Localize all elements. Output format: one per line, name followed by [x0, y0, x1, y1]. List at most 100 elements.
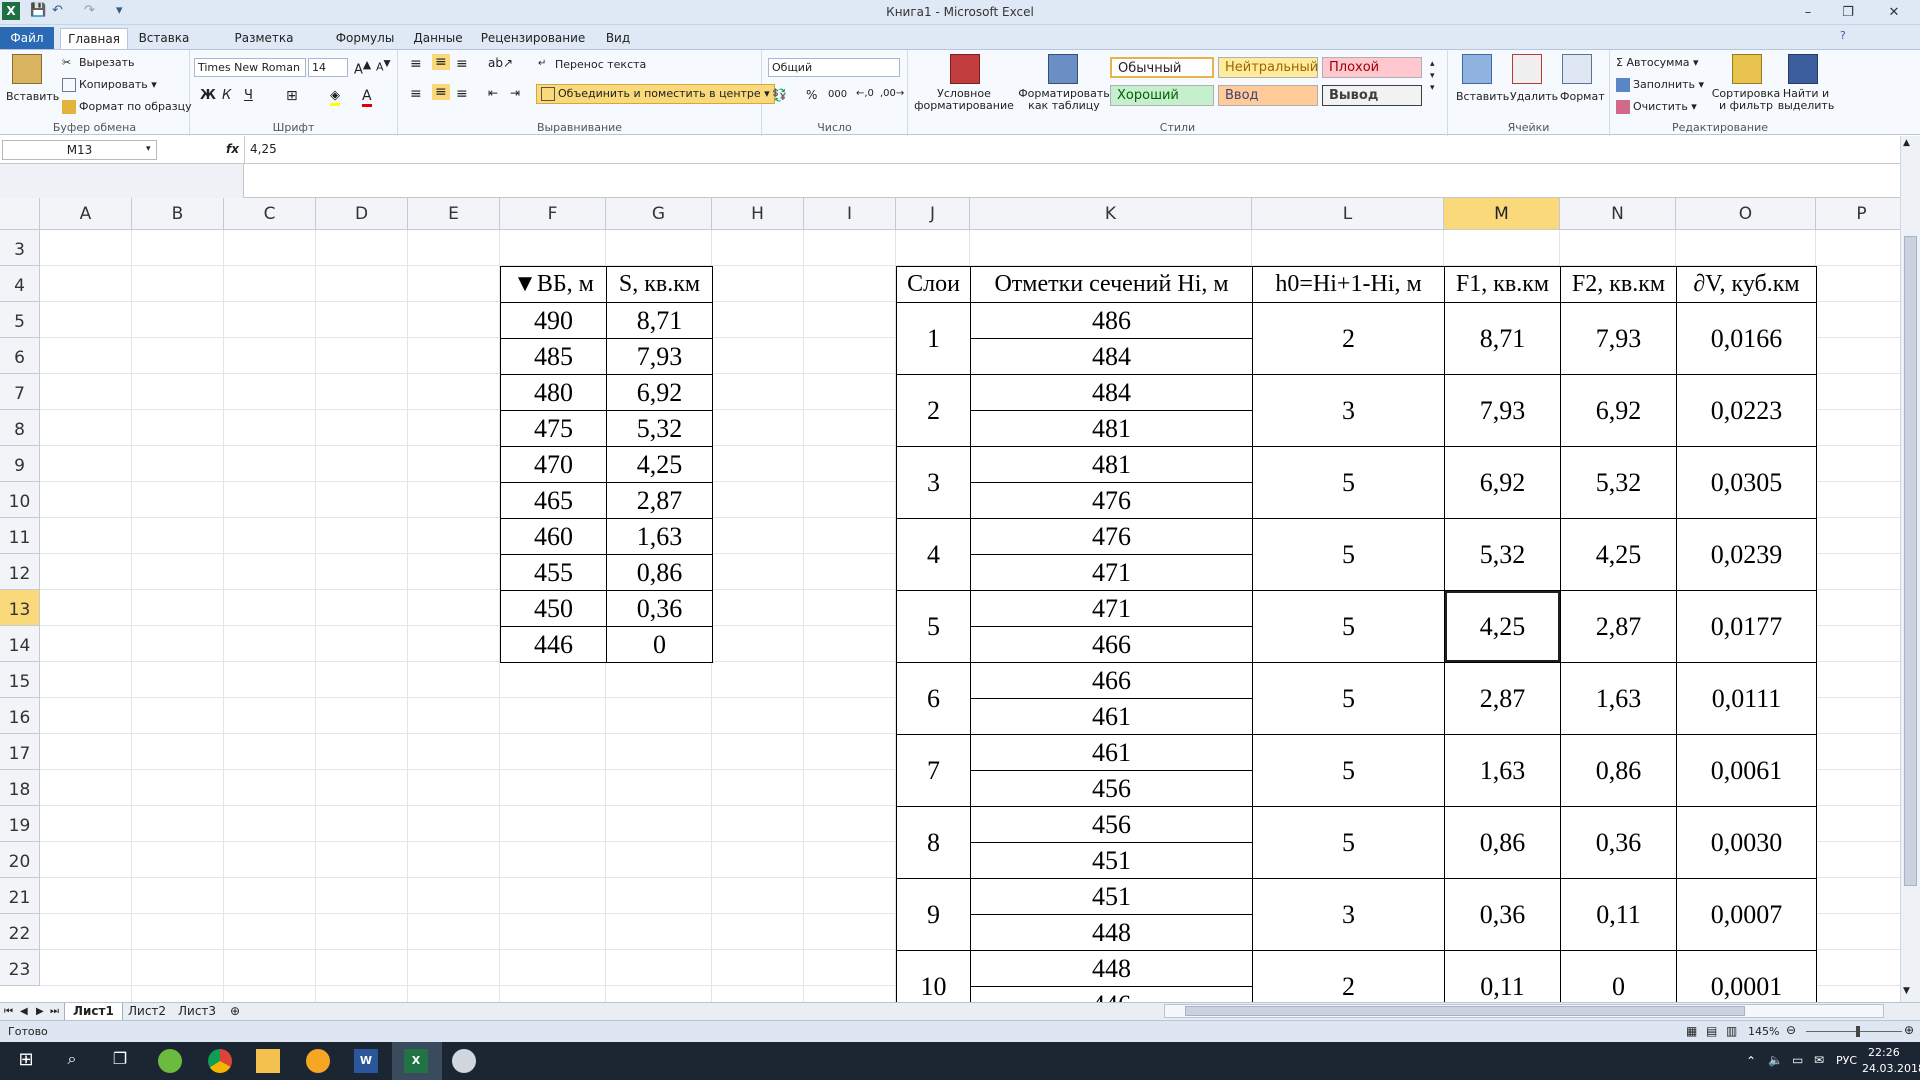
tab-page-layout[interactable]: Разметка страницы [204, 28, 324, 65]
table2-cell-layer[interactable]: 5 [896, 590, 971, 663]
tab-home[interactable]: Главная [60, 28, 128, 49]
delete-cells-button[interactable]: Удалить [1510, 90, 1558, 103]
table2-cell-height[interactable]: 5 [1252, 518, 1445, 591]
column-header[interactable]: B [132, 198, 224, 230]
row-header[interactable]: 20 [0, 842, 40, 878]
table1-cell-elevation[interactable]: 480 [500, 374, 607, 411]
currency-icon[interactable]: 💱 [772, 88, 787, 102]
italic-button[interactable]: К [222, 88, 231, 103]
increase-decimal-icon[interactable]: ←,0 [856, 88, 874, 99]
table2-cell-height[interactable]: 5 [1252, 446, 1445, 519]
table1-cell-elevation[interactable]: 475 [500, 410, 607, 447]
table2-cell-f1[interactable]: 0,86 [1444, 806, 1561, 879]
column-header[interactable]: J [896, 198, 970, 230]
style-output[interactable]: Вывод [1322, 85, 1422, 106]
row-header[interactable]: 23 [0, 950, 40, 986]
font-family-select[interactable]: Times New Roman [194, 58, 306, 77]
tab-formulas[interactable]: Формулы [334, 28, 396, 49]
table2-cell-mark-bottom[interactable]: 481 [970, 410, 1253, 447]
table2-cell-mark-top[interactable]: 486 [970, 302, 1253, 339]
table2-header-layer[interactable]: Слои [896, 266, 971, 303]
column-header[interactable]: H [712, 198, 804, 230]
table2-cell-layer[interactable]: 2 [896, 374, 971, 447]
table2-cell-mark-top[interactable]: 484 [970, 374, 1253, 411]
row-header[interactable]: 5 [0, 302, 40, 338]
row-header[interactable]: 16 [0, 698, 40, 734]
windows-start-icon[interactable]: ⊞ [14, 1049, 38, 1073]
network-icon[interactable]: ▭ [1792, 1053, 1803, 1067]
column-header[interactable]: D [316, 198, 408, 230]
align-middle-icon[interactable]: ≡ [432, 54, 450, 70]
format-table-button[interactable]: Форматировать как таблицу [1012, 88, 1116, 112]
bold-button[interactable]: Ж [200, 88, 216, 103]
row-header[interactable]: 15 [0, 662, 40, 698]
format-cells-icon[interactable] [1562, 54, 1592, 84]
insert-sheet-icon[interactable]: ⊕ [222, 1003, 248, 1021]
column-header[interactable]: G [606, 198, 712, 230]
table2-cell-dv[interactable]: 0,0001 [1676, 950, 1817, 1002]
table2-cell-layer[interactable]: 3 [896, 446, 971, 519]
column-header[interactable]: C [224, 198, 316, 230]
borders-icon[interactable]: ⊞ [286, 88, 298, 104]
percent-button[interactable]: % [806, 88, 817, 102]
table2-header-marks[interactable]: Отметки сечений Hi, м [970, 266, 1253, 303]
table2-cell-f2[interactable]: 6,92 [1560, 374, 1677, 447]
table1-cell-elevation[interactable]: 446 [500, 626, 607, 663]
clear-button[interactable]: Очистить ▾ [1616, 100, 1697, 114]
help-icon[interactable]: ? [1840, 29, 1846, 42]
table2-cell-height[interactable]: 5 [1252, 734, 1445, 807]
column-header[interactable]: I [804, 198, 896, 230]
page-break-view-icon[interactable]: ▥ [1726, 1024, 1737, 1038]
copy-button[interactable]: Копировать ▾ [62, 78, 157, 92]
next-sheet-icon[interactable]: ▶ [34, 1003, 46, 1021]
name-box-dropdown-icon[interactable]: ▾ [146, 144, 151, 154]
name-box[interactable]: M13 [2, 140, 157, 160]
grow-font-button[interactable]: A▲ [354, 58, 371, 77]
shrink-font-button[interactable]: A▼ [376, 58, 391, 74]
table1-cell-area[interactable]: 6,92 [606, 374, 713, 411]
page-layout-view-icon[interactable]: ▤ [1706, 1024, 1717, 1038]
table2-cell-layer[interactable]: 9 [896, 878, 971, 951]
tab-view[interactable]: Вид [598, 28, 638, 49]
table1-cell-area[interactable]: 0,36 [606, 590, 713, 627]
zoom-slider-thumb[interactable] [1856, 1026, 1860, 1037]
increase-indent-icon[interactable]: ⇥ [510, 86, 520, 100]
table1-header-elevation[interactable]: ▼ВБ, м [500, 266, 607, 303]
language-indicator[interactable]: РУС [1836, 1054, 1857, 1067]
table2-cell-f1[interactable]: 1,63 [1444, 734, 1561, 807]
row-header[interactable]: 6 [0, 338, 40, 374]
table2-cell-f1[interactable]: 6,92 [1444, 446, 1561, 519]
column-header[interactable]: M [1444, 198, 1560, 230]
table2-cell-mark-bottom[interactable]: 461 [970, 698, 1253, 735]
conditional-format-button[interactable]: Условное форматирование [910, 88, 1018, 112]
wrap-text-button[interactable]: ↵ Перенос текста [538, 58, 646, 72]
clock-date[interactable]: 24.03.2018 [1862, 1062, 1920, 1075]
select-all-button[interactable] [0, 198, 40, 230]
row-header[interactable]: 3 [0, 230, 40, 266]
table2-cell-height[interactable]: 2 [1252, 950, 1445, 1002]
word-icon[interactable]: W [354, 1049, 378, 1073]
decrease-indent-icon[interactable]: ⇤ [488, 86, 498, 100]
table2-cell-f1[interactable]: 7,93 [1444, 374, 1561, 447]
tab-review[interactable]: Рецензирование [478, 28, 588, 49]
table2-cell-mark-top[interactable]: 466 [970, 662, 1253, 699]
style-input[interactable]: Ввод [1218, 85, 1318, 106]
styles-scroll-icon[interactable]: ▴ ▾ ▾ [1430, 58, 1435, 94]
table2-cell-mark-bottom[interactable]: 471 [970, 554, 1253, 591]
delete-cells-icon[interactable] [1512, 54, 1542, 84]
column-header[interactable]: P [1816, 198, 1900, 230]
decrease-decimal-icon[interactable]: ,00→ [880, 88, 904, 99]
table2-cell-dv[interactable]: 0,0177 [1676, 590, 1817, 663]
tab-data[interactable]: Данные [408, 28, 468, 49]
table2-cell-f2[interactable]: 5,32 [1560, 446, 1677, 519]
zoom-level[interactable]: 145% [1748, 1025, 1779, 1038]
sheet-tab-3[interactable]: Лист3 [170, 1003, 224, 1021]
table2-cell-mark-top[interactable]: 471 [970, 590, 1253, 627]
tab-insert[interactable]: Вставка [136, 28, 192, 49]
insert-function-button[interactable]: fx [226, 142, 239, 156]
table2-cell-dv[interactable]: 0,0239 [1676, 518, 1817, 591]
column-header[interactable]: L [1252, 198, 1444, 230]
table2-cell-f1[interactable]: 5,32 [1444, 518, 1561, 591]
table2-cell-height[interactable]: 5 [1252, 590, 1445, 663]
table2-cell-dv[interactable]: 0,0166 [1676, 302, 1817, 375]
